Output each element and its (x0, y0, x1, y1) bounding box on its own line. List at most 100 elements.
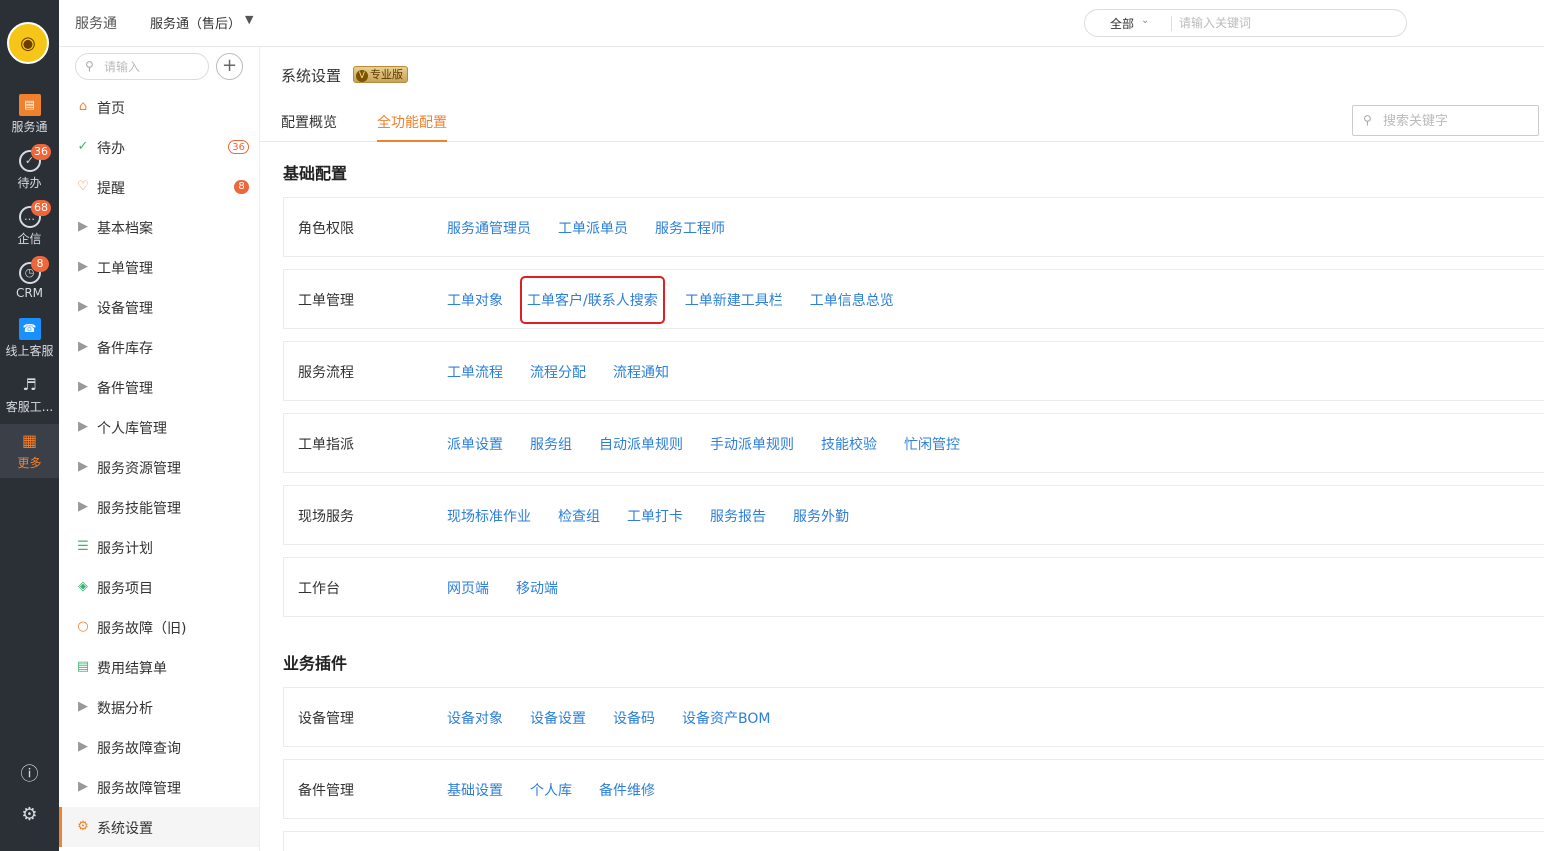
config-link[interactable]: 网页端 (447, 578, 489, 598)
config-link[interactable]: 服务报告 (710, 506, 766, 526)
sidebar-item-parts-stock[interactable]: ▶ 备件库存 (59, 327, 259, 367)
sidebar-item-workorder-mgmt[interactable]: ▶ 工单管理 (59, 247, 259, 287)
rail-item-chat[interactable]: … 68 企信 (0, 200, 59, 256)
invoice-icon: ▤ (76, 659, 90, 674)
config-link[interactable]: 忙闲管控 (904, 434, 960, 454)
row-label: 工作台 (298, 581, 340, 597)
config-link[interactable]: 工单信息总览 (810, 290, 894, 310)
sidebar-item-personal-stock[interactable]: ▶ 个人库管理 (59, 407, 259, 447)
sidebar-item-reminder[interactable]: ♡ 提醒 8 (59, 167, 259, 207)
rail-item-customer-service[interactable]: ♬ 客服工... (0, 374, 59, 424)
config-link[interactable]: 检查组 (558, 506, 600, 526)
sidebar-item-fault-mgmt[interactable]: ▶ 服务故障管理 (59, 767, 259, 807)
config-link[interactable]: 基础设置 (447, 780, 503, 800)
sidebar-item-service-plan[interactable]: ☰ 服务计划 (59, 527, 259, 567)
sidebar-item-parts-mgmt[interactable]: ▶ 备件管理 (59, 367, 259, 407)
row-links: 工单流程 流程分配 流程通知 (447, 362, 696, 382)
config-link[interactable]: 自动派单规则 (599, 434, 683, 454)
config-link[interactable]: 设备资产BOM (682, 708, 770, 728)
config-link[interactable]: 工单对象 (447, 290, 503, 310)
todo-badge: 36 (228, 140, 249, 154)
row-links: 工单对象 工单客户/联系人搜索 工单新建工具栏 工单信息总览 (447, 276, 921, 324)
home-icon: ⌂ (78, 99, 88, 114)
divider (1171, 16, 1172, 31)
config-link[interactable]: 服务组 (530, 434, 572, 454)
config-link[interactable]: 手动派单规则 (710, 434, 794, 454)
config-link[interactable]: 工单派单员 (558, 218, 628, 238)
chevron-down-icon[interactable]: ⌄ (1141, 15, 1149, 26)
rail-item-label: 客服工... (5, 400, 54, 414)
headphones-icon: ♬ (22, 375, 37, 394)
sidebar-item-label: 服务技能管理 (97, 501, 181, 517)
pro-edition-badge: V 专业版 (353, 66, 408, 83)
add-button[interactable]: + (216, 53, 243, 80)
sidebar-search-input[interactable] (104, 58, 199, 75)
sidebar-item-fault-old[interactable]: ○ 服务故障（旧) (59, 607, 259, 647)
config-link[interactable]: 工单流程 (447, 362, 503, 382)
sidebar-item-device-mgmt[interactable]: ▶ 设备管理 (59, 287, 259, 327)
row-label: 服务流程 (298, 365, 354, 381)
caret-right-icon: ▶ (78, 379, 88, 394)
config-row-partial (283, 831, 1544, 851)
gear-icon[interactable]: ⚙ (0, 804, 59, 825)
sidebar-item-fault-query[interactable]: ▶ 服务故障查询 (59, 727, 259, 767)
search-scope-select[interactable]: 全部 (1110, 15, 1134, 32)
global-search: 全部 ⌄ (1084, 9, 1407, 37)
config-link-highlighted[interactable]: 工单客户/联系人搜索 (520, 276, 665, 324)
config-link[interactable]: 设备对象 (447, 708, 503, 728)
config-link[interactable]: 派单设置 (447, 434, 503, 454)
caret-right-icon: ▶ (78, 259, 88, 274)
sidebar-item-data-analysis[interactable]: ▶ 数据分析 (59, 687, 259, 727)
sidebar-item-skill-mgmt[interactable]: ▶ 服务技能管理 (59, 487, 259, 527)
sidebar-item-label: 数据分析 (97, 701, 153, 717)
config-link[interactable]: 设备码 (613, 708, 655, 728)
config-link[interactable]: 工单打卡 (627, 506, 683, 526)
global-search-input[interactable] (1179, 14, 1389, 32)
app-selector[interactable]: 服务通（售后） (150, 13, 241, 32)
config-link[interactable]: 流程通知 (613, 362, 669, 382)
caret-down-icon[interactable]: ▼ (245, 13, 253, 26)
sidebar-item-home[interactable]: ⌂ 首页 (59, 87, 259, 127)
sidebar-item-label: 费用结算单 (97, 661, 167, 677)
config-link[interactable]: 工单新建工具栏 (685, 290, 783, 310)
config-row-dispatch: 工单指派 派单设置 服务组 自动派单规则 手动派单规则 技能校验 忙闲管控 (283, 413, 1544, 473)
tab-full-config[interactable]: 全功能配置 (377, 112, 447, 142)
sidebar-item-system-settings[interactable]: ⚙ 系统设置 (59, 807, 259, 847)
config-link[interactable]: 备件维修 (599, 780, 655, 800)
config-link[interactable]: 移动端 (516, 578, 558, 598)
sidebar-item-todo[interactable]: ✓ 待办 36 (59, 127, 259, 167)
sidebar-item-label: 服务故障管理 (97, 781, 181, 797)
layers-icon: ◈ (78, 579, 88, 594)
config-link[interactable]: 设备设置 (530, 708, 586, 728)
search-icon: ⚲ (85, 59, 94, 73)
tab-overview[interactable]: 配置概览 (281, 112, 337, 142)
caret-right-icon: ▶ (78, 219, 88, 234)
rail-item-todo[interactable]: ✓ 36 待办 (0, 144, 59, 200)
rail-item-label: 企信 (17, 232, 42, 246)
rail-item-label: 线上客服 (5, 344, 54, 358)
config-link[interactable]: 技能校验 (821, 434, 877, 454)
config-link[interactable]: 服务工程师 (655, 218, 725, 238)
config-link[interactable]: 流程分配 (530, 362, 586, 382)
rail-item-more[interactable]: ▦ 更多 (0, 424, 59, 478)
sidebar-item-service-project[interactable]: ◈ 服务项目 (59, 567, 259, 607)
rail-item-label: CRM (15, 286, 44, 300)
caret-right-icon: ▶ (78, 339, 88, 354)
app-logo[interactable]: ◉ (7, 22, 49, 64)
config-search-input[interactable] (1383, 112, 1533, 130)
config-link[interactable]: 现场标准作业 (447, 506, 531, 526)
config-link[interactable]: 服务外勤 (793, 506, 849, 526)
config-link[interactable]: 个人库 (530, 780, 572, 800)
sidebar-item-label: 备件库存 (97, 341, 153, 357)
main-content: 系统设置 V专业版 配置概览 全功能配置 ⚲ 基础配置 角色权限 服务通管理员工… (260, 47, 1544, 851)
rail-item-crm[interactable]: ◷ 8 CRM (0, 256, 59, 312)
help-icon[interactable]: ⓘ (0, 760, 59, 786)
rail-item-online-service[interactable]: ☎ 线上客服 (0, 318, 59, 368)
row-label: 角色权限 (298, 221, 354, 237)
sidebar-item-resource-mgmt[interactable]: ▶ 服务资源管理 (59, 447, 259, 487)
row-links: 服务通管理员 工单派单员 服务工程师 (447, 218, 752, 238)
config-link[interactable]: 服务通管理员 (447, 218, 531, 238)
sidebar-item-expense[interactable]: ▤ 费用结算单 (59, 647, 259, 687)
sidebar-item-basic-archive[interactable]: ▶ 基本档案 (59, 207, 259, 247)
rail-item-service[interactable]: ▤ 服务通 (0, 94, 59, 144)
